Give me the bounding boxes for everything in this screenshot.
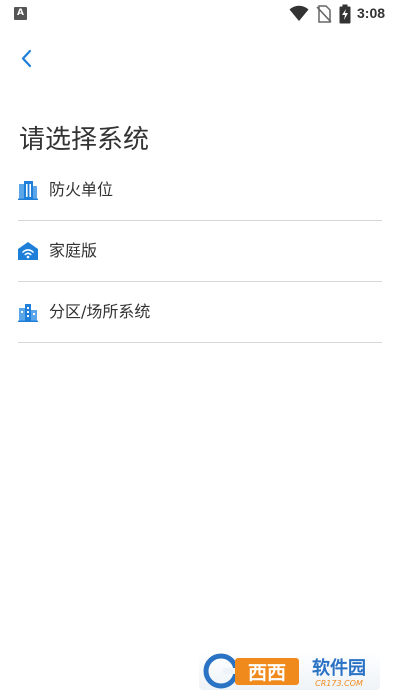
- home-wifi-icon: [18, 242, 38, 260]
- page-title: 请选择系统: [19, 125, 150, 155]
- battery-charging-icon: [339, 4, 351, 24]
- watermark-logo: 西西 软件园 CR173.COM: [199, 652, 380, 690]
- system-option-fire-unit[interactable]: 防火单位: [18, 160, 382, 221]
- city-buildings-icon: [18, 304, 38, 322]
- no-sim-icon: [316, 5, 332, 23]
- system-option-home[interactable]: 家庭版: [18, 221, 382, 282]
- watermark-logo-image: 西西 软件园 CR173.COM: [203, 653, 366, 689]
- building-icon: [18, 181, 38, 200]
- status-time: 3:08: [357, 5, 386, 21]
- system-option-label: 防火单位: [49, 180, 114, 199]
- status-bar: A 3:08: [0, 0, 400, 28]
- wifi-icon: [289, 5, 309, 21]
- system-list: 防火单位 家庭版 分区/场所系统: [18, 160, 382, 343]
- system-option-zone-venue[interactable]: 分区/场所系统: [18, 282, 382, 343]
- svg-text:软件园: 软件园: [312, 657, 366, 679]
- system-option-label: 家庭版: [49, 241, 98, 260]
- app-notification-icon: A: [14, 7, 27, 20]
- system-option-label: 分区/场所系统: [49, 302, 151, 321]
- svg-text:CR173.COM: CR173.COM: [315, 679, 363, 688]
- svg-text:西西: 西西: [248, 662, 286, 684]
- chevron-left-icon: [21, 49, 32, 68]
- back-button[interactable]: [12, 44, 42, 74]
